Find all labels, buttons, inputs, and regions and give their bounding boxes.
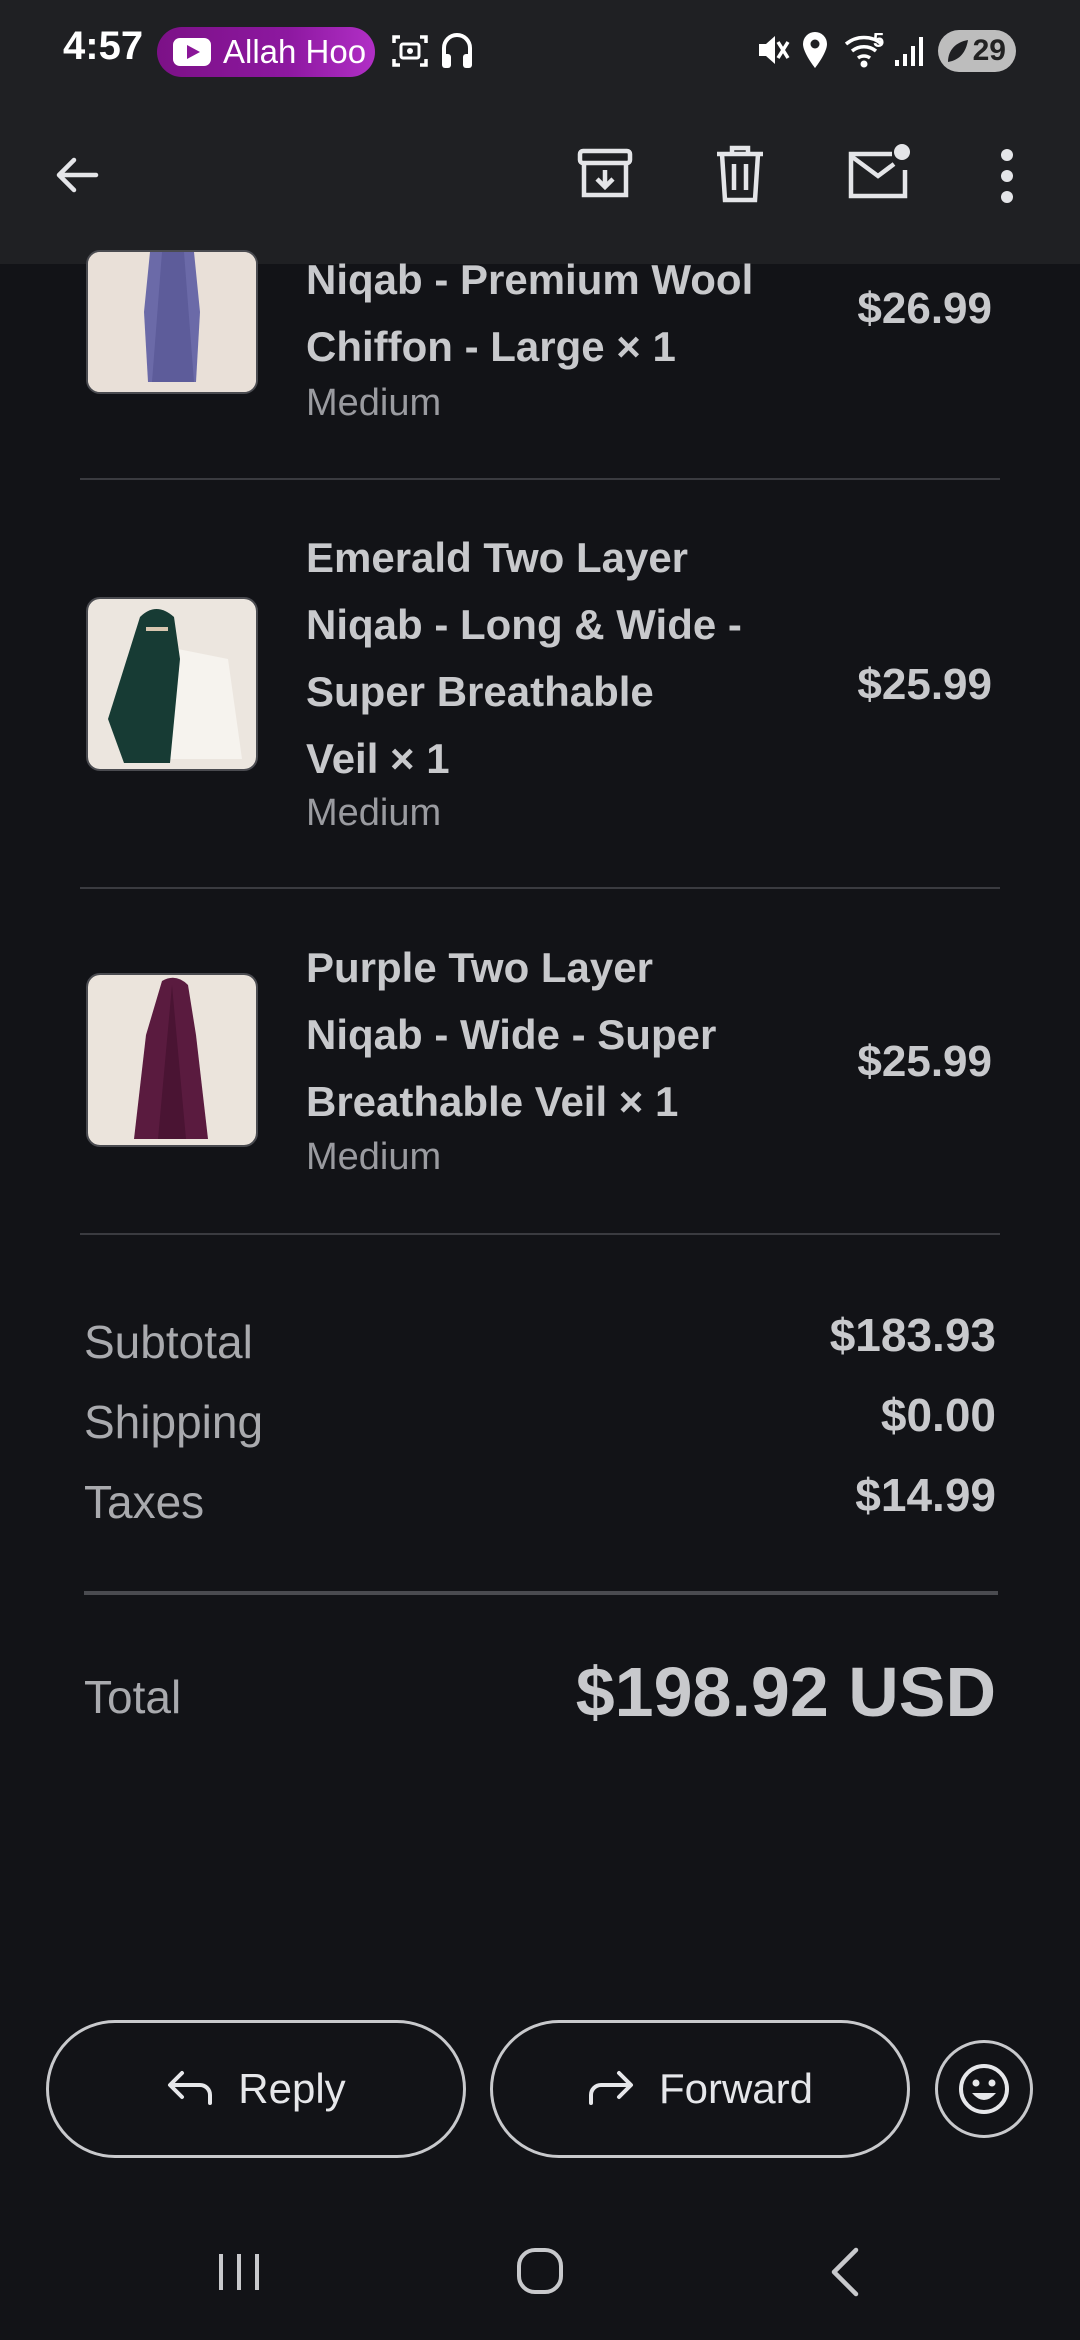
total-label: Total xyxy=(84,1671,182,1723)
system-back-icon[interactable] xyxy=(826,2246,862,2298)
screenshot-icon xyxy=(392,35,428,67)
battery-level: 29 xyxy=(972,34,1006,67)
divider xyxy=(80,1233,1000,1235)
emoji-reaction-button[interactable] xyxy=(935,2040,1033,2138)
forward-button[interactable]: Forward xyxy=(490,2020,910,2158)
subtotal-value: $183.93 xyxy=(829,1309,996,1361)
product-thumbnail[interactable] xyxy=(86,597,258,771)
youtube-icon xyxy=(173,38,211,66)
taxes-label: Taxes xyxy=(84,1476,205,1528)
signal-icon xyxy=(895,37,923,66)
shipping-value: $0.00 xyxy=(880,1389,996,1441)
item-variant: Medium xyxy=(306,382,442,424)
reply-label: Reply xyxy=(238,2065,346,2112)
item-price: $26.99 xyxy=(857,284,992,333)
back-arrow-icon[interactable] xyxy=(52,150,102,200)
reply-button[interactable]: Reply xyxy=(46,2020,466,2158)
taxes-value: $14.99 xyxy=(855,1469,996,1521)
forward-label: Forward xyxy=(658,2065,814,2112)
headset-icon xyxy=(442,33,472,68)
product-thumbnail[interactable] xyxy=(86,250,258,394)
forward-icon xyxy=(588,2071,633,2105)
location-icon xyxy=(803,32,827,68)
item-variant: Medium xyxy=(306,792,442,834)
mark-unread-icon[interactable] xyxy=(846,142,912,204)
divider xyxy=(80,478,1000,480)
media-notification-pill[interactable]: Allah Hoo xyxy=(157,27,375,77)
smiley-icon xyxy=(959,2064,1009,2114)
email-toolbar xyxy=(0,104,1080,264)
home-icon[interactable] xyxy=(515,2246,565,2296)
delete-icon[interactable] xyxy=(714,144,766,204)
subtotal-label: Subtotal xyxy=(84,1316,253,1368)
total-value: $198.92 USD xyxy=(575,1653,996,1731)
item-variant: Medium xyxy=(306,1136,442,1178)
media-notification-text: Allah Hoo xyxy=(223,33,367,70)
item-title: Emerald Two Layer Niqab - Long & Wide - … xyxy=(306,534,742,782)
divider xyxy=(80,887,1000,889)
vibrate-mute-icon xyxy=(759,36,790,64)
total-divider xyxy=(84,1591,998,1595)
reply-icon xyxy=(168,2071,213,2105)
item-price: $25.99 xyxy=(857,660,992,709)
battery-saver-icon xyxy=(948,40,968,62)
item-price: $25.99 xyxy=(857,1037,992,1086)
more-vert-icon[interactable] xyxy=(996,148,1018,204)
status-time: 4:57 xyxy=(63,24,144,68)
wifi-badge: 5 xyxy=(873,30,885,52)
item-title: Niqab - Premium Wool Chiffon - Large × 1 xyxy=(306,256,754,370)
shipping-label: Shipping xyxy=(84,1396,264,1448)
archive-icon[interactable] xyxy=(575,144,635,204)
system-nav-bar xyxy=(0,2200,1080,2340)
battery-indicator: 29 xyxy=(938,30,1016,72)
recent-apps-icon[interactable] xyxy=(215,2250,263,2294)
item-title: Purple Two Layer Niqab - Wide - Super Br… xyxy=(306,944,717,1125)
product-thumbnail[interactable] xyxy=(86,973,258,1147)
status-bar: 4:57 Allah Hoo 5 29 xyxy=(0,0,1080,104)
